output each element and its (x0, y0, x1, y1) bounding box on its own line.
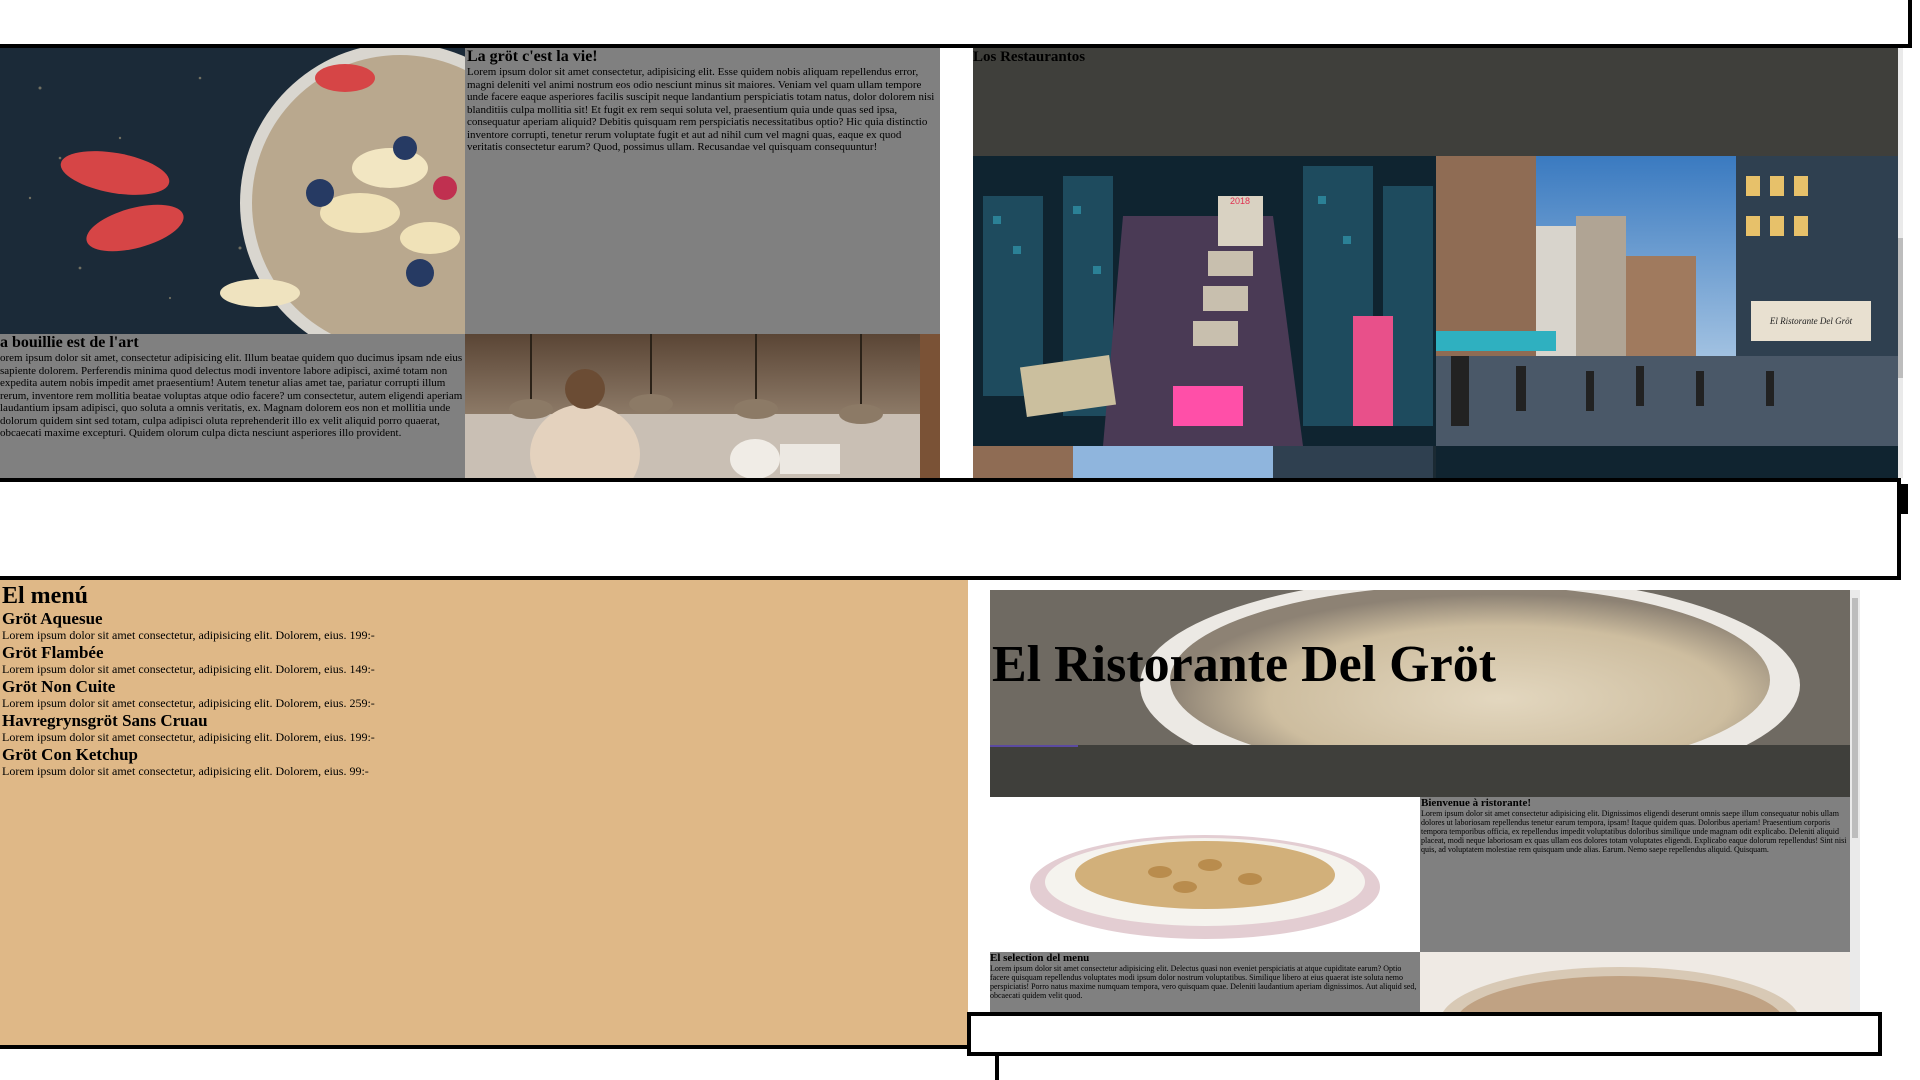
welcome-title: Bienvenue à ristorante! (1421, 797, 1531, 809)
window-frame-bottom-line (0, 1045, 968, 1049)
restaurants-strip-image (973, 446, 1898, 478)
menu-item-desc: Lorem ipsum dolor sit amet consectetur, … (2, 662, 375, 676)
menu-item: Gröt Con Ketchup Lorem ipsum dolor sit a… (2, 745, 966, 779)
articles-panel: La gröt c'est la vie! Lorem ipsum dolor … (0, 48, 940, 478)
home-scrollbar[interactable] (1850, 590, 1860, 1012)
menu-item-name: Gröt Non Cuite (2, 677, 116, 696)
sign-year: 2018 (1230, 196, 1250, 206)
scrollbar-thumb[interactable] (1898, 238, 1903, 378)
nav-link[interactable] (990, 745, 1078, 747)
menu-panel: El menú Gröt Aquesue Lorem ipsum dolor s… (0, 580, 968, 1045)
menu-item: Gröt Flambée Lorem ipsum dolor sit amet … (2, 643, 966, 677)
article-la-grot: La gröt c'est la vie! Lorem ipsum dolor … (465, 48, 940, 334)
menu-item-desc: Lorem ipsum dolor sit amet consectetur, … (2, 628, 375, 642)
cereal-bowl-image (990, 797, 1420, 952)
menu-item: Havregrynsgröt Sans Cruau Lorem ipsum do… (2, 711, 966, 745)
menu-item-name: Gröt Aquesue (2, 609, 103, 628)
menu-item-desc: Lorem ipsum dolor sit amet consectetur, … (2, 696, 375, 710)
times-square-image: 2018 (973, 156, 1436, 446)
window-frame-bottom (967, 1012, 1882, 1056)
welcome-body: Lorem ipsum dolor sit amet consectetur a… (1421, 809, 1847, 854)
welcome-section: Bienvenue à ristorante! Lorem ipsum dolo… (1420, 797, 1850, 952)
menu-item: Gröt Aquesue Lorem ipsum dolor sit amet … (2, 609, 966, 643)
menu-item: Gröt Non Cuite Lorem ipsum dolor sit ame… (2, 677, 966, 711)
selection-body: Lorem ipsum dolor sit amet consectetur a… (990, 964, 1417, 1000)
hero-title: El Ristorante Del Gröt (992, 636, 1497, 693)
restaurant-sign: El Ristorante Del Gröt (1769, 316, 1853, 326)
window-frame-top (0, 0, 1912, 48)
menu-item-desc: Lorem ipsum dolor sit amet consectetur, … (2, 730, 375, 744)
menu-item-name: Havregrynsgröt Sans Cruau (2, 711, 208, 730)
window-frame-bottom-tick (995, 1056, 999, 1080)
city-street-image: El Ristorante Del Gröt (1436, 156, 1898, 446)
restaurants-scrollbar[interactable] (1898, 48, 1903, 478)
kitchen-image (465, 334, 940, 478)
oatmeal-bowl-image (1420, 952, 1850, 1012)
article-title: La gröt c'est la vie! (467, 48, 598, 65)
menu-title: El menú (2, 583, 89, 609)
window-frame-corner (1898, 484, 1908, 514)
restaurants-title: Los Restaurantos (973, 49, 1086, 65)
home-panel: El Ristorante Del Gröt Bienvenue à risto… (990, 590, 1860, 1012)
article-body: orem ipsum dolor sit amet, consectetur a… (0, 352, 463, 439)
porridge-bowl-image (0, 48, 465, 334)
menu-selection-section: El selection del menu Lorem ipsum dolor … (990, 952, 1420, 1012)
hero-banner: El Ristorante Del Gröt (990, 590, 1850, 745)
nav-bar (990, 745, 1850, 797)
article-bouillie: a bouillie est de l'art orem ipsum dolor… (0, 334, 465, 478)
scrollbar-thumb[interactable] (1852, 598, 1858, 838)
menu-item-name: Gröt Con Ketchup (2, 745, 138, 764)
window-frame-middle (0, 478, 1901, 580)
menu-item-name: Gröt Flambée (2, 643, 104, 662)
selection-title: El selection del menu (990, 952, 1090, 964)
restaurants-panel: Los Restaurantos 2018 El Ristorante Del … (973, 48, 1903, 478)
menu-item-desc: Lorem ipsum dolor sit amet consectetur, … (2, 764, 369, 778)
article-title: a bouillie est de l'art (0, 334, 139, 351)
restaurants-header: Los Restaurantos (973, 48, 1898, 156)
article-body: Lorem ipsum dolor sit amet consectetur, … (467, 66, 935, 153)
